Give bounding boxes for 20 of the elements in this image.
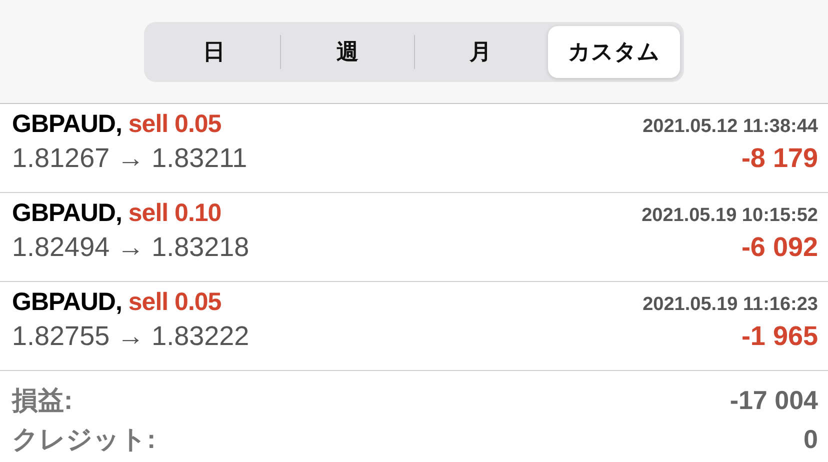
trade-title: GBPAUD, sell 0.05: [12, 110, 222, 139]
trade-title: GBPAUD, sell 0.10: [12, 199, 222, 228]
trade-prices: 1.82494 → 1.83218: [12, 232, 250, 263]
period-tab[interactable]: 週: [281, 26, 414, 78]
summary-value: -17 004: [730, 385, 818, 416]
trade-profit: -6 092: [741, 232, 818, 263]
trade-time: 2021.05.12 11:38:44: [642, 116, 818, 138]
summary-label: クレジット:: [12, 423, 156, 456]
trade-prices: 1.81267 → 1.83211: [12, 143, 248, 174]
period-tab[interactable]: 月: [414, 26, 547, 78]
summary-value: 0: [804, 424, 818, 455]
trade-profit: -1 965: [741, 321, 818, 352]
period-tab[interactable]: カスタム: [548, 26, 680, 78]
trade-title: GBPAUD, sell 0.05: [12, 288, 222, 317]
trade-prices: 1.82755 → 1.83222: [12, 321, 250, 352]
period-tab[interactable]: 日: [148, 26, 280, 78]
summary-label: 損益:: [12, 384, 73, 417]
trade-time: 2021.05.19 11:16:23: [642, 294, 818, 316]
trade-time: 2021.05.19 10:15:52: [642, 205, 818, 227]
trade-profit: -8 179: [741, 143, 818, 174]
